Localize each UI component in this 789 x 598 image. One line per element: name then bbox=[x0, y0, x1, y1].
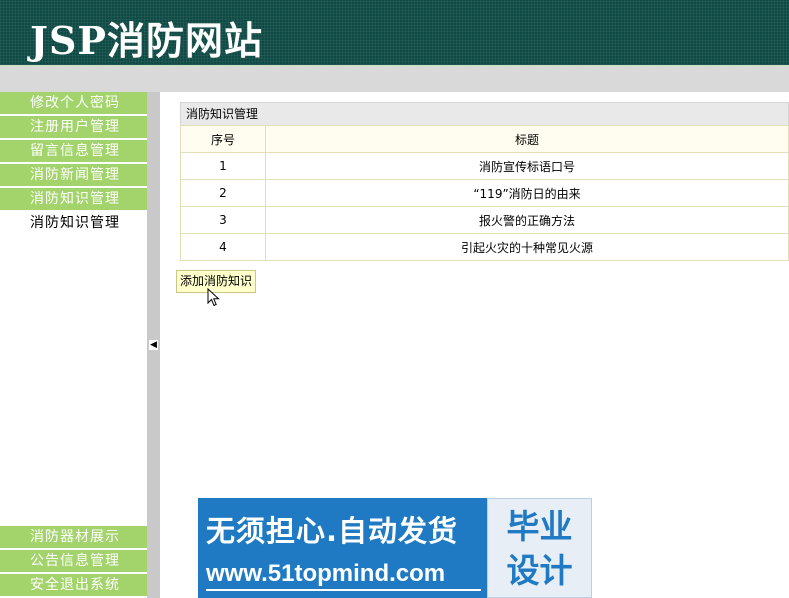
menu-item-equipment-display[interactable]: 消防器材展示 bbox=[0, 526, 147, 548]
cell-index: 2 bbox=[180, 179, 266, 207]
table-row[interactable]: 4 引起火灾的十种常见火源 bbox=[180, 233, 789, 261]
submenu-item-knowledge-management[interactable]: 消防知识管理 bbox=[0, 212, 147, 234]
panel-title: 消防知识管理 bbox=[180, 102, 789, 125]
menu-item-label: 修改个人密码 bbox=[30, 95, 120, 111]
header: JSP消防网站 bbox=[0, 0, 789, 65]
table-row[interactable]: 2 “119”消防日的由来 bbox=[180, 179, 789, 207]
menu-item-label: 注册用户管理 bbox=[30, 119, 120, 135]
cell-title[interactable]: 消防宣传标语口号 bbox=[265, 152, 789, 180]
table-row[interactable]: 3 报火警的正确方法 bbox=[180, 206, 789, 234]
menu-item-label: 消防器材展示 bbox=[30, 529, 120, 545]
menu-item-knowledge-management[interactable]: 消防知识管理 bbox=[0, 188, 147, 210]
banner-url: www.51topmind.com bbox=[206, 560, 446, 587]
cell-index: 1 bbox=[180, 152, 266, 180]
menu-item-label: 公告信息管理 bbox=[30, 553, 120, 569]
banner-slogan: 无须担心.自动发货 bbox=[206, 514, 459, 548]
menu-item-logout[interactable]: 安全退出系统 bbox=[0, 574, 147, 596]
mouse-cursor-icon bbox=[207, 288, 220, 307]
knowledge-table: 序号 标题 1 消防宣传标语口号 2 “119”消防日的由来 3 报火警的正确方… bbox=[180, 125, 789, 261]
knowledge-panel: 消防知识管理 序号 标题 1 消防宣传标语口号 2 “119”消防日的由来 3 … bbox=[180, 102, 789, 261]
column-header-index: 序号 bbox=[180, 125, 266, 153]
menu-item-message-management[interactable]: 留言信息管理 bbox=[0, 140, 147, 162]
menu-item-news-management[interactable]: 消防新闻管理 bbox=[0, 164, 147, 186]
toolbar-bar bbox=[0, 67, 789, 92]
cell-title[interactable]: 引起火灾的十种常见火源 bbox=[265, 233, 789, 261]
cell-index: 3 bbox=[180, 206, 266, 234]
menu-item-label: 消防知识管理 bbox=[30, 191, 120, 207]
badge-line1: 毕业 bbox=[506, 507, 573, 546]
table-header-row: 序号 标题 bbox=[180, 125, 789, 153]
collapse-arrow-icon[interactable]: ◀ bbox=[149, 340, 158, 350]
watermark-banner: 无须担心.自动发货 www.51topmind.com 毕业 设计 bbox=[198, 498, 592, 598]
menu-item-user-management[interactable]: 注册用户管理 bbox=[0, 116, 147, 138]
submenu-item-label: 消防知识管理 bbox=[30, 215, 120, 231]
banner-underline bbox=[206, 589, 481, 591]
cell-title[interactable]: 报火警的正确方法 bbox=[265, 206, 789, 234]
cell-index: 4 bbox=[180, 233, 266, 261]
menu-item-label: 安全退出系统 bbox=[30, 577, 120, 593]
menu-item-label: 消防新闻管理 bbox=[30, 167, 120, 183]
sidebar: 修改个人密码 注册用户管理 留言信息管理 消防新闻管理 消防知识管理 消防知识管… bbox=[0, 92, 147, 598]
column-header-title: 标题 bbox=[265, 125, 789, 153]
menu-item-notice-management[interactable]: 公告信息管理 bbox=[0, 550, 147, 572]
badge-line2: 设计 bbox=[506, 551, 573, 590]
table-row[interactable]: 1 消防宣传标语口号 bbox=[180, 152, 789, 180]
site-title: JSP消防网站 bbox=[30, 18, 263, 63]
menu-item-label: 留言信息管理 bbox=[30, 143, 120, 159]
menu-item-change-password[interactable]: 修改个人密码 bbox=[0, 92, 147, 114]
banner-badge: 毕业 设计 bbox=[487, 498, 592, 598]
cell-title[interactable]: “119”消防日的由来 bbox=[265, 179, 789, 207]
